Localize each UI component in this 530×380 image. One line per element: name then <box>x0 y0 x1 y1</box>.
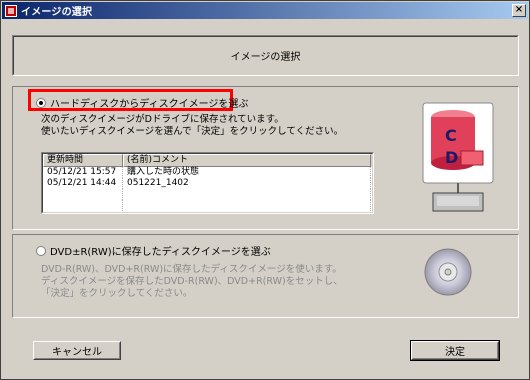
dialog-window: イメージの選択 × イメージの選択 ハードディスクからディスクイメージを選ぶ 次… <box>0 0 530 380</box>
row-time: 05/12/21 15:57 <box>43 167 123 178</box>
column-header-name[interactable]: (名前)コメント <box>123 154 371 167</box>
hard-disk-icon: C D <box>422 102 494 212</box>
column-header-time[interactable]: 更新時間 <box>43 154 123 167</box>
hdd-option-label: ハードディスクからディスクイメージを選ぶ <box>50 99 249 110</box>
ok-button[interactable]: 決定 <box>410 340 500 361</box>
empty-row <box>43 189 372 200</box>
app-icon <box>5 4 17 17</box>
hdd-option[interactable]: ハードディスクからディスクイメージを選ぶ <box>36 95 248 110</box>
dvd-desc-line2: ディスクイメージを保存したDVD-R(RW)、DVD+R(RW)をセットし、 <box>41 276 343 287</box>
hdd-description: 次のディスクイメージがDドライブに保存されています。 使いたいディスクイメージを… <box>41 114 343 138</box>
page-title: イメージの選択 <box>230 52 301 63</box>
dvd-disc-icon <box>424 248 472 296</box>
disk-image-list[interactable]: 更新時間 (名前)コメント 05/12/21 15:57 購入した時の状態 05… <box>41 152 374 214</box>
table-row[interactable]: 05/12/21 14:44 051221_1402 <box>43 178 372 189</box>
drive-letter-c: C <box>445 126 457 145</box>
dvd-description: DVD-R(RW)、DVD+R(RW)に保存したディスクイメージを使います。 デ… <box>41 264 343 300</box>
table-row[interactable]: 05/12/21 15:57 購入した時の状態 <box>43 167 372 178</box>
page-header: イメージの選択 <box>12 35 519 76</box>
dvd-desc-line3: 「決定」をクリックしてください。 <box>41 288 193 299</box>
row-name: 購入した時の状態 <box>123 167 371 178</box>
dvd-option[interactable]: DVD±R(RW)に保存したディスクイメージを選ぶ <box>36 243 271 258</box>
cancel-button[interactable]: キャンセル <box>33 341 121 360</box>
cancel-button-label: キャンセル <box>52 347 102 358</box>
row-name: 051221_1402 <box>123 178 371 189</box>
title-bar: イメージの選択 × <box>2 2 528 19</box>
dvd-option-label: DVD±R(RW)に保存したディスクイメージを選ぶ <box>50 247 271 258</box>
list-header: 更新時間 (名前)コメント <box>43 154 372 167</box>
ok-button-label: 決定 <box>445 347 465 358</box>
hdd-radio[interactable] <box>36 97 46 108</box>
window-title: イメージの選択 <box>21 7 93 18</box>
row-time: 05/12/21 14:44 <box>43 178 123 189</box>
hdd-desc-line2: 使いたいディスクイメージを選んで「決定」をクリックしてください。 <box>41 126 344 137</box>
close-button[interactable]: × <box>512 4 526 17</box>
empty-row <box>43 200 372 211</box>
dvd-radio[interactable] <box>36 245 46 256</box>
dvd-desc-line1: DVD-R(RW)、DVD+R(RW)に保存したディスクイメージを使います。 <box>41 264 342 275</box>
drive-letter-d: D <box>445 148 458 167</box>
hdd-desc-line1: 次のディスクイメージがDドライブに保存されています。 <box>41 114 284 125</box>
